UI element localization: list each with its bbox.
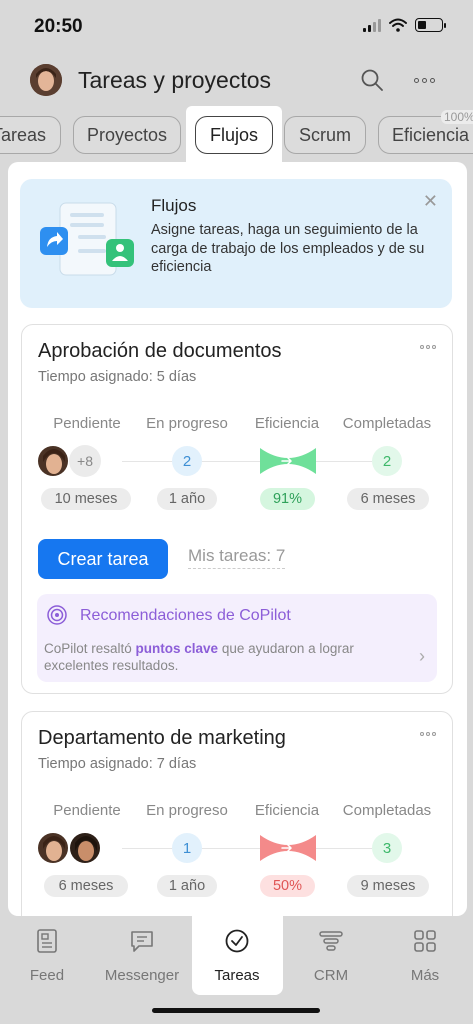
- nav-messenger[interactable]: Messenger: [97, 928, 187, 984]
- stage-connector: [122, 461, 372, 462]
- messenger-icon: [131, 931, 153, 952]
- workflow-illustration-icon: [40, 202, 134, 276]
- signal-icon: [363, 18, 381, 32]
- efficiency-header: Eficiencia: [254, 415, 320, 432]
- crm-icon: [319, 931, 343, 951]
- create-task-button[interactable]: Crear tarea: [38, 539, 168, 579]
- completed-time: 9 meses: [347, 875, 429, 897]
- user-avatar[interactable]: [37, 445, 69, 477]
- my-tasks-link[interactable]: Mis tareas: 7: [188, 546, 286, 569]
- wifi-icon: [389, 18, 407, 32]
- efficiency-high-icon: [260, 448, 316, 474]
- tab-tareas[interactable]: Tareas: [0, 116, 61, 154]
- completed-header: Completadas: [342, 415, 432, 432]
- card-title: Departamento de marketing: [38, 727, 286, 749]
- banner-title: Flujos: [151, 196, 197, 215]
- efficiency-badge: 100%: [441, 110, 473, 124]
- battery-icon: [415, 18, 446, 32]
- in-progress-header: En progreso: [146, 415, 228, 432]
- tab-proyectos[interactable]: Proyectos: [73, 116, 181, 154]
- feed-icon: [37, 929, 57, 953]
- stage-connector: [122, 848, 372, 849]
- copilot-icon: [47, 605, 67, 625]
- copilot-highlight[interactable]: puntos clave: [136, 641, 219, 656]
- more-users-count[interactable]: +8: [69, 445, 101, 477]
- status-icons: [363, 18, 446, 32]
- grid-icon: [414, 930, 436, 952]
- card-more-icon[interactable]: [420, 345, 436, 349]
- avatar[interactable]: [30, 64, 62, 96]
- efficiency-low-icon: [260, 835, 316, 861]
- tab-flujos[interactable]: Flujos: [195, 116, 273, 154]
- card-more-icon[interactable]: [420, 732, 436, 736]
- copilot-text: CoPilot resaltó puntos clave que ayudaro…: [44, 641, 354, 673]
- pending-time: 6 meses: [44, 875, 128, 897]
- search-icon[interactable]: [360, 68, 384, 92]
- nav-tareas[interactable]: Tareas: [192, 928, 282, 984]
- nav-mas[interactable]: Más: [380, 928, 470, 984]
- in-progress-time: 1 año: [157, 488, 217, 510]
- nav-label: Feed: [29, 967, 65, 984]
- nav-label: Más: [410, 967, 440, 984]
- in-progress-count[interactable]: 1: [172, 833, 202, 863]
- status-time: 20:50: [34, 16, 83, 37]
- banner-description: Asigne tareas, haga un seguimiento de la…: [151, 222, 425, 275]
- workflow-card[interactable]: Aprobación de documentos Tiempo asignado…: [21, 324, 453, 694]
- nav-label: Tareas: [214, 967, 260, 984]
- header: Tareas y proyectos: [0, 58, 473, 104]
- close-icon[interactable]: ✕: [423, 191, 438, 212]
- completed-count[interactable]: 3: [372, 833, 402, 863]
- in-progress-time: 1 año: [157, 875, 217, 897]
- info-banner: Flujos Asigne tareas, haga un seguimient…: [20, 179, 452, 308]
- card-subtitle: Tiempo asignado: 7 días: [38, 756, 197, 772]
- completed-time: 6 meses: [347, 488, 429, 510]
- card-title: Aprobación de documentos: [38, 340, 282, 362]
- user-avatar[interactable]: [37, 832, 69, 864]
- nav-label: Messenger: [104, 967, 180, 984]
- tab-bar: Tareas Proyectos Flujos Scrum Eficiencia: [0, 116, 473, 156]
- completed-count[interactable]: 2: [372, 446, 402, 476]
- bottom-navigation: Feed Messenger Tareas CRM Más: [0, 916, 473, 1024]
- completed-header: Completadas: [342, 802, 432, 819]
- copilot-title: Recomendaciones de CoPilot: [80, 607, 291, 624]
- user-avatar[interactable]: [69, 832, 101, 864]
- in-progress-count[interactable]: 2: [172, 446, 202, 476]
- pending-header: Pendiente: [53, 415, 121, 432]
- nav-feed[interactable]: Feed: [2, 928, 92, 984]
- nav-crm[interactable]: CRM: [286, 928, 376, 984]
- tab-scrum[interactable]: Scrum: [284, 116, 366, 154]
- efficiency-value: 91%: [260, 488, 315, 510]
- more-options-icon[interactable]: [414, 68, 442, 92]
- card-subtitle: Tiempo asignado: 5 días: [38, 369, 197, 385]
- page-title: Tareas y proyectos: [78, 67, 272, 93]
- status-bar: 20:50: [0, 0, 473, 56]
- home-indicator[interactable]: [152, 1008, 320, 1013]
- nav-label: CRM: [313, 967, 349, 984]
- workflow-card[interactable]: Departamento de marketing Tiempo asignad…: [21, 711, 453, 916]
- in-progress-header: En progreso: [146, 802, 228, 819]
- chevron-right-icon[interactable]: ›: [419, 646, 425, 667]
- efficiency-header: Eficiencia: [254, 802, 320, 819]
- copilot-recommendations[interactable]: Recomendaciones de CoPilot CoPilot resal…: [37, 594, 437, 682]
- pending-time: 10 meses: [41, 488, 131, 510]
- efficiency-value: 50%: [260, 875, 315, 897]
- tasks-check-icon: [225, 929, 249, 953]
- pending-header: Pendiente: [53, 802, 121, 819]
- main-content: Flujos Asigne tareas, haga un seguimient…: [8, 162, 467, 916]
